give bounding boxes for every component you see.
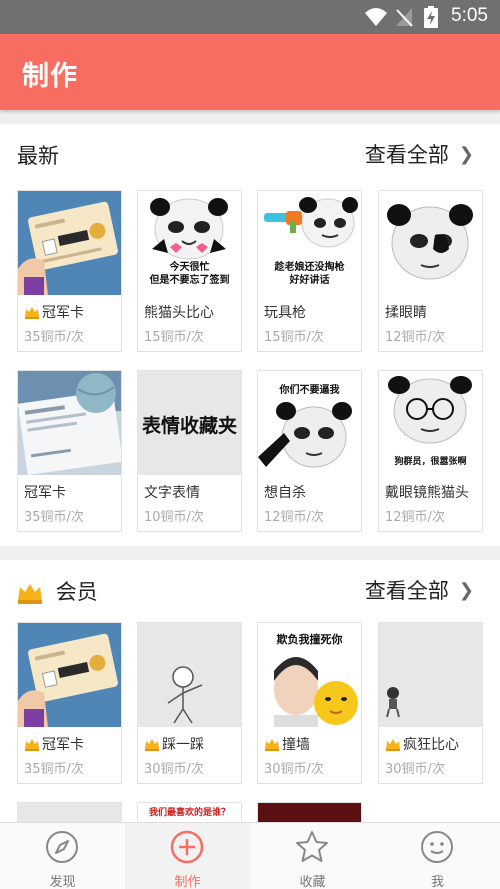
template-card[interactable]: 今天很忙 但是不要忘了签到 熊猫头比心 15铜币/次: [137, 190, 242, 352]
template-price: 15铜币/次: [264, 330, 324, 345]
template-name: 撞墙: [264, 734, 310, 754]
vip-section-header: 会员 查看全部 ❯: [0, 560, 500, 620]
template-price: 10铜币/次: [144, 510, 204, 525]
template-card[interactable]: 冠军卡 35铜币/次: [17, 622, 122, 784]
meme-caption: 趁老娘还没掏枪 好好讲话: [274, 262, 345, 286]
template-name: 戴眼镜熊猫头: [385, 485, 469, 501]
template-price: 35铜币/次: [24, 510, 84, 525]
smiley-icon: [421, 831, 453, 863]
text-emoji-thumbnail: 表情收藏夹: [138, 371, 241, 475]
app-bar: 制作: [0, 34, 500, 110]
meme-caption: 狗群员，很嚣张啊: [394, 457, 467, 467]
template-card[interactable]: 狗群员，很嚣张啊 戴眼镜熊猫头 12铜币/次: [378, 370, 483, 532]
template-name: 踩一踩: [144, 734, 204, 754]
template-price: 35铜币/次: [24, 762, 84, 777]
crown-icon: [386, 739, 400, 751]
template-name: 玩具枪: [264, 305, 306, 321]
status-time: 5:05: [451, 5, 488, 26]
template-name: 揉眼睛: [385, 305, 427, 321]
nav-label: 制作: [174, 875, 201, 889]
page-title: 制作: [22, 61, 78, 92]
nav-label: 我: [430, 875, 444, 889]
vip-section-title: 会员: [17, 576, 98, 606]
rub-eyes-thumbnail: [379, 191, 482, 295]
bottom-navigation: 发现 制作 收藏 我: [0, 822, 500, 889]
signal-off-icon: [396, 8, 413, 27]
template-card[interactable]: 冠军卡 35铜币/次: [17, 370, 122, 532]
template-price: 12铜币/次: [264, 510, 324, 525]
template-card[interactable]: 趁老娘还没掏枪 好好讲话 玩具枪 15铜币/次: [257, 190, 362, 352]
champion-card-thumbnail: [18, 623, 121, 727]
template-price: 15铜币/次: [144, 330, 204, 345]
plus-circle-icon: [170, 830, 204, 864]
nav-label: 发现: [49, 875, 76, 889]
template-card[interactable]: 欺负我撞死你 撞墙 30铜币/次: [257, 622, 362, 784]
chevron-right-icon: ❯: [458, 143, 474, 165]
template-price: 30铜币/次: [385, 762, 445, 777]
status-bar: 5:05: [0, 0, 500, 34]
battery-charging-icon: [424, 6, 438, 28]
champion-card-photo-thumbnail: [18, 371, 121, 475]
template-name: 文字表情: [144, 485, 200, 501]
nav-label: 收藏: [299, 875, 326, 889]
wifi-icon: [365, 8, 387, 26]
meme-caption: 今天很忙 但是不要忘了签到: [149, 262, 230, 286]
suicide-panda-thumbnail: 你们不要逼我: [258, 371, 361, 475]
template-card[interactable]: 揉眼睛 12铜币/次: [378, 190, 483, 352]
latest-section-title: 最新: [17, 144, 59, 168]
nav-create[interactable]: 制作: [125, 823, 250, 889]
template-name: 想自杀: [264, 485, 306, 501]
crown-icon: [145, 739, 159, 751]
wall-bump-thumbnail: 欺负我撞死你: [258, 623, 361, 727]
nav-me[interactable]: 我: [375, 823, 500, 889]
panda-heart-thumbnail: 今天很忙 但是不要忘了签到: [138, 191, 241, 295]
nav-favorites[interactable]: 收藏: [250, 823, 375, 889]
template-card[interactable]: 踩一踩 30铜币/次: [137, 622, 242, 784]
template-name: 冠军卡: [24, 485, 66, 501]
crown-icon: [25, 307, 39, 319]
template-name: 冠军卡: [24, 302, 84, 322]
crown-icon: [25, 739, 39, 751]
latest-section: 最新 查看全部 ❯ 冠军卡 35铜币/次 今天很忙 但是不要忘了签到 熊猫头比心…: [0, 124, 500, 546]
template-price: 35铜币/次: [24, 330, 84, 345]
latest-view-all-link[interactable]: 查看全部 ❯: [365, 139, 474, 169]
vip-section: 会员 查看全部 ❯ 冠军卡 35铜币/次 踩一踩 30铜币/次 欺负我撞死你 撞…: [0, 560, 500, 843]
template-card[interactable]: 你们不要逼我 想自杀 12铜币/次: [257, 370, 362, 532]
crazy-heart-thumbnail: [379, 623, 482, 727]
crown-icon: [18, 584, 42, 604]
template-card[interactable]: 表情收藏夹 文字表情 10铜币/次: [137, 370, 242, 532]
template-card[interactable]: 疯狂比心 30铜币/次: [378, 622, 483, 784]
nav-discover[interactable]: 发现: [0, 823, 125, 889]
latest-section-header: 最新 查看全部 ❯: [0, 124, 500, 184]
vip-view-all-link[interactable]: 查看全部 ❯: [365, 575, 474, 605]
template-price: 30铜币/次: [264, 762, 324, 777]
stomp-thumbnail: [138, 623, 241, 727]
meme-caption: 表情收藏夹: [141, 415, 237, 437]
glasses-panda-thumbnail: 狗群员，很嚣张啊: [379, 371, 482, 475]
template-price: 12铜币/次: [385, 510, 445, 525]
template-name: 冠军卡: [24, 734, 84, 754]
crown-icon: [265, 739, 279, 751]
toy-gun-thumbnail: 趁老娘还没掏枪 好好讲话: [258, 191, 361, 295]
template-name: 疯狂比心: [385, 734, 459, 754]
template-price: 12铜币/次: [385, 330, 445, 345]
champion-card-thumbnail: [18, 191, 121, 295]
template-name: 熊猫头比心: [144, 305, 214, 321]
star-icon: [296, 831, 328, 862]
template-price: 30铜币/次: [144, 762, 204, 777]
compass-icon: [46, 831, 78, 863]
chevron-right-icon: ❯: [458, 579, 474, 601]
template-card[interactable]: 冠军卡 35铜币/次: [17, 190, 122, 352]
meme-caption: 我们最喜欢的是谁？: [148, 808, 230, 818]
